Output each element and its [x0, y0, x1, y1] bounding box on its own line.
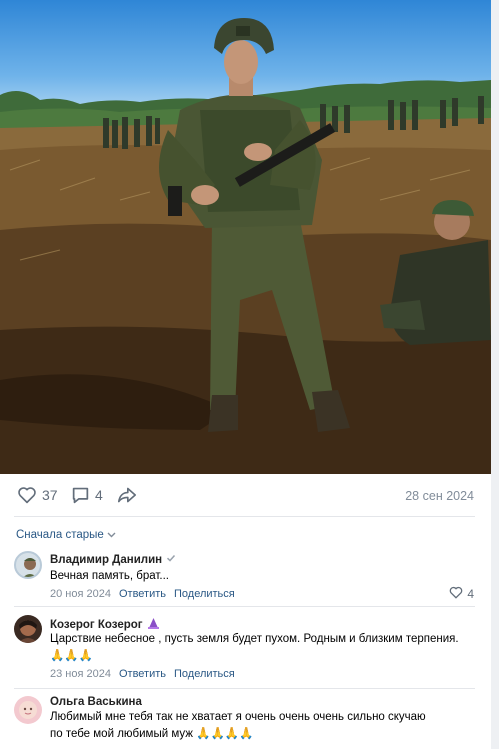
like-count: 37 [42, 487, 58, 503]
comment-like-count: 4 [467, 587, 474, 601]
share-button[interactable] [117, 486, 137, 504]
share-link[interactable]: Поделиться [174, 588, 235, 600]
comment-count: 4 [95, 487, 103, 503]
comment-text: Любимый мне тебя так не хватает я очень … [50, 711, 426, 740]
avatar[interactable] [14, 551, 42, 579]
comment-text: Царствие небесное , пусть земля будет пу… [50, 633, 459, 662]
sort-label: Сначала старые [16, 529, 104, 541]
post-date: 28 сен 2024 [405, 489, 474, 503]
reply-link[interactable]: Ответить [119, 668, 166, 680]
comment-meta: 23 ноя 2024 Ответить Поделиться [50, 668, 235, 680]
comment-like-button[interactable]: 4 [449, 586, 474, 602]
share-link[interactable]: Поделиться [174, 668, 235, 680]
divider [14, 688, 475, 689]
comment-date[interactable]: 20 ноя 2024 [50, 588, 111, 600]
chevron-down-icon [107, 529, 116, 541]
comment-icon [71, 486, 90, 504]
comment-meta: 20 ноя 2024 Ответить Поделиться [50, 588, 235, 600]
photo-scene [0, 18, 491, 474]
reply-link[interactable]: Ответить [119, 588, 166, 600]
avatar[interactable] [14, 615, 42, 643]
divider [14, 606, 475, 607]
share-icon [117, 486, 137, 504]
like-button[interactable]: 37 [17, 486, 58, 504]
post-actions: 37 4 28 сен 2024 [0, 474, 491, 518]
heart-icon [449, 586, 463, 602]
verified-check-icon [166, 553, 176, 566]
comment-author[interactable]: Владимир Данилин [50, 553, 176, 566]
comment-author[interactable]: Ольга Васькина [50, 696, 142, 708]
avatar[interactable] [14, 696, 42, 724]
comments-sort-dropdown[interactable]: Сначала старые [16, 529, 116, 541]
page-edge [491, 0, 499, 749]
comment-text: Вечная память, брат... [50, 570, 169, 582]
post-photo[interactable] [0, 0, 491, 474]
comment-button[interactable]: 4 [71, 486, 103, 504]
comment-date[interactable]: 23 ноя 2024 [50, 668, 111, 680]
heart-icon [17, 486, 37, 504]
divider [14, 516, 475, 517]
